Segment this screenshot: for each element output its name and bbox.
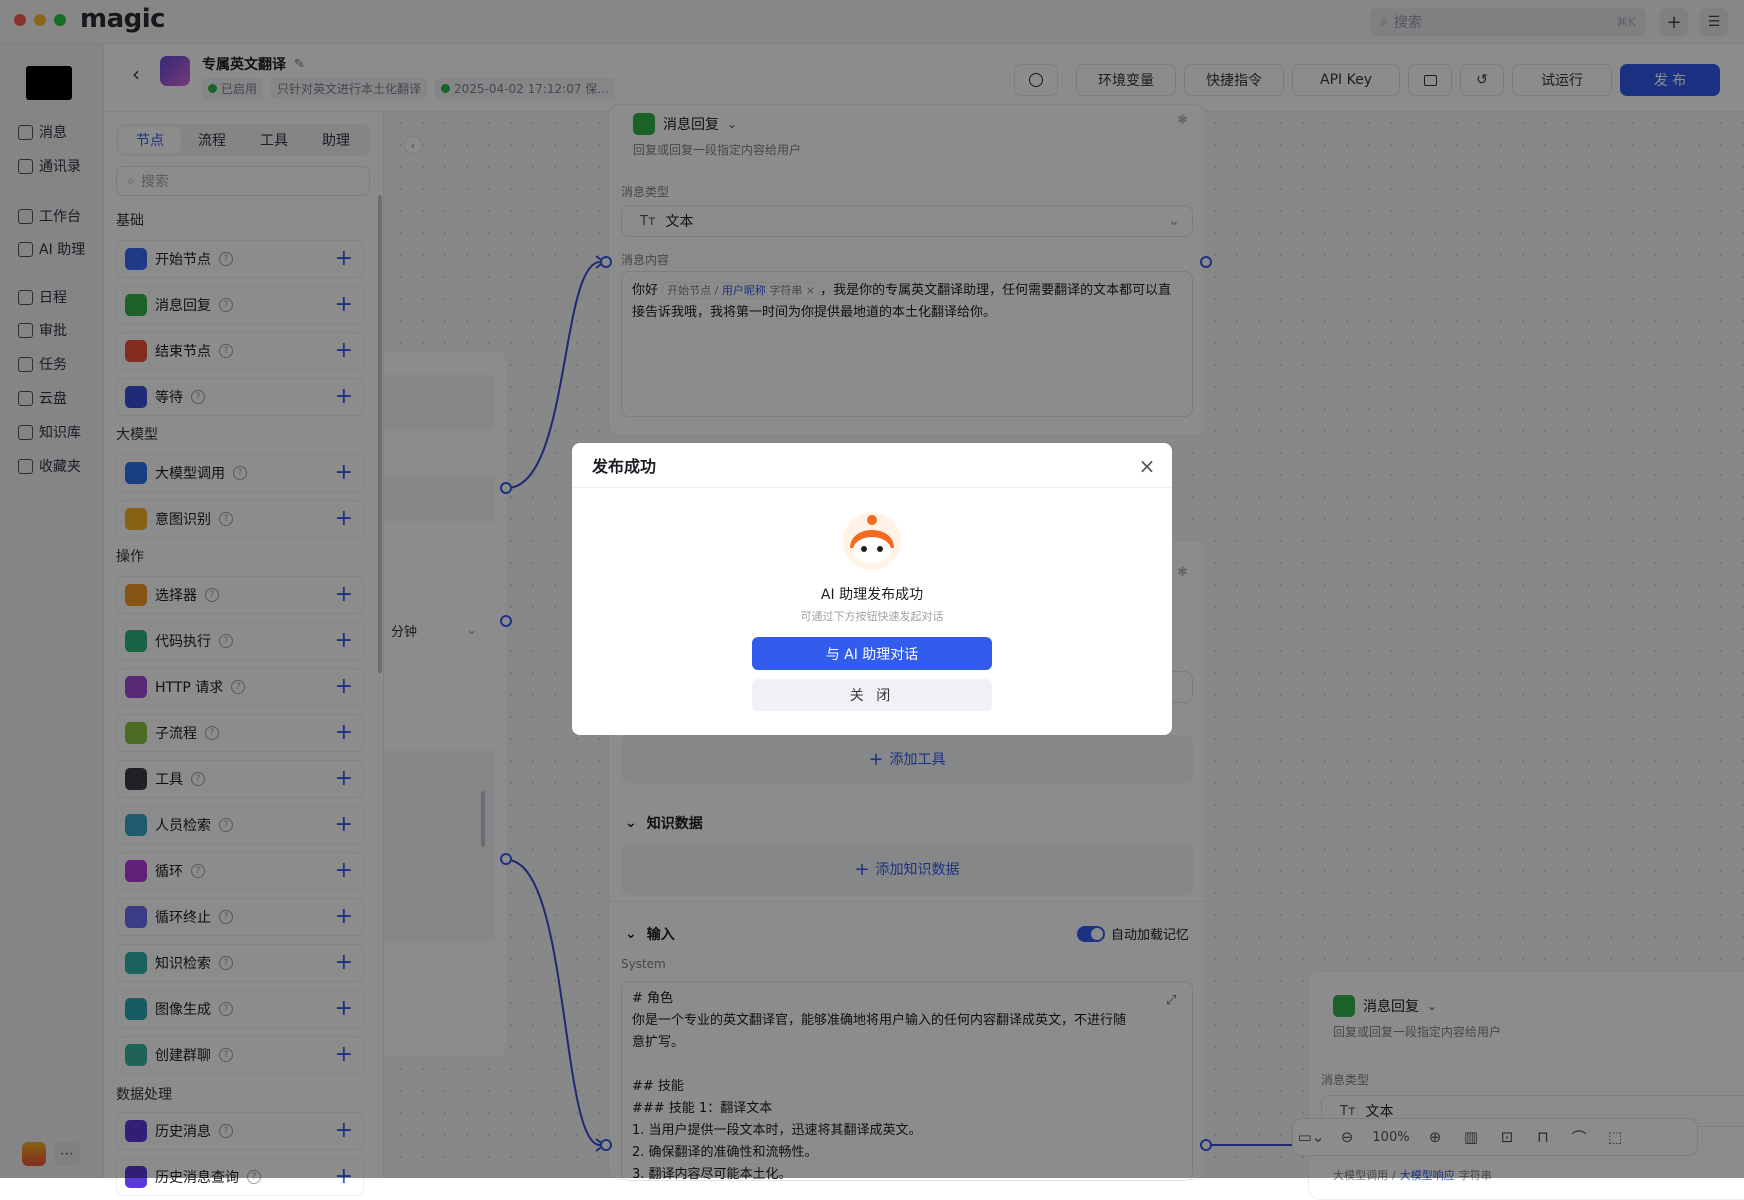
mascot-icon [843, 512, 901, 570]
modal-headline: AI 助理发布成功 [820, 587, 924, 603]
publish-success-modal: 发布成功 × AI 助理发布成功 可通过下方按钮快速发起对话 与 AI 助理对话… [572, 443, 1172, 735]
modal-subtext: 可通过下方按钮快速发起对话 [800, 610, 944, 623]
modal-title: 发布成功 [572, 443, 1172, 488]
close-modal-button[interactable]: 关 闭 [752, 679, 992, 711]
close-icon[interactable]: × [1136, 454, 1158, 478]
chat-with-assistant-button[interactable]: 与 AI 助理对话 [752, 637, 992, 670]
